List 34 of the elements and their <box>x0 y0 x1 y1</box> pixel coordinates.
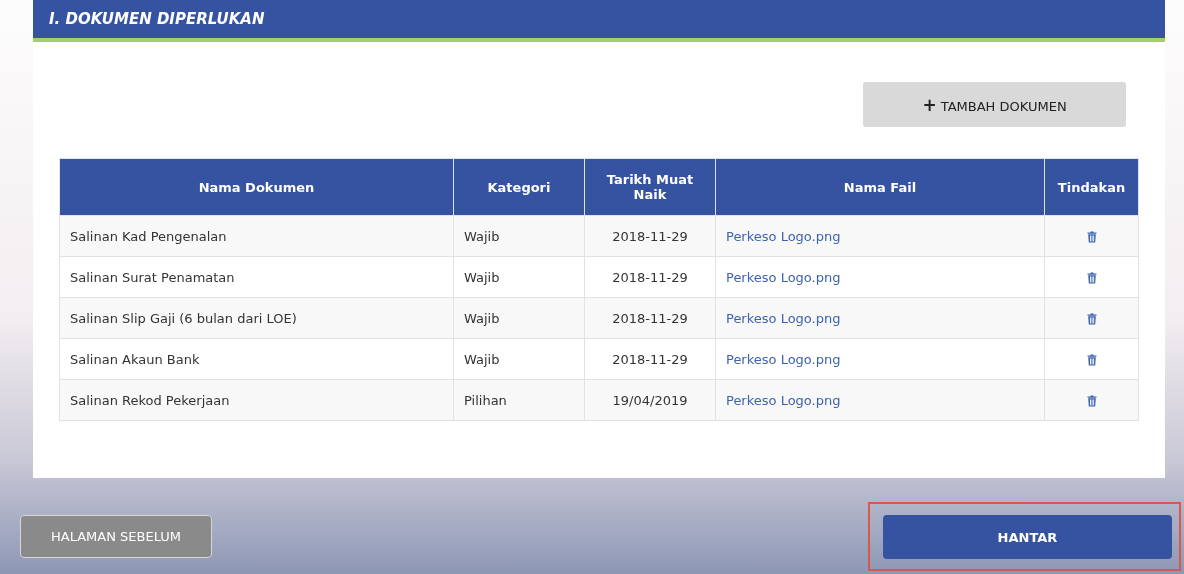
add-document-button[interactable]: + TAMBAH DOKUMEN <box>863 82 1126 127</box>
previous-page-button[interactable]: HALAMAN SEBELUM <box>20 515 212 558</box>
table-cell: 2018-11-29 <box>584 215 716 257</box>
column-header: Nama Fail <box>715 158 1045 216</box>
table-cell: Wajib <box>453 338 585 380</box>
delete-icon[interactable] <box>1086 231 1097 243</box>
delete-icon[interactable] <box>1086 354 1097 366</box>
column-header: Tindakan <box>1044 158 1139 216</box>
table-cell: 19/04/2019 <box>584 379 716 421</box>
delete-icon[interactable] <box>1086 313 1097 325</box>
submit-button[interactable]: HANTAR <box>883 515 1172 559</box>
file-link[interactable]: Perkeso Logo.png <box>726 228 841 244</box>
section-title: I. DOKUMEN DIPERLUKAN <box>49 10 265 28</box>
table-cell: Salinan Rekod Pekerjaan <box>59 379 454 421</box>
column-header: Tarikh Muat Naik <box>584 158 716 216</box>
table-cell: Wajib <box>453 215 585 257</box>
table-cell: 2018-11-29 <box>584 338 716 380</box>
delete-icon[interactable] <box>1086 395 1097 407</box>
table-cell: Salinan Akaun Bank <box>59 338 454 380</box>
delete-icon[interactable] <box>1086 272 1097 284</box>
table-cell: 2018-11-29 <box>584 297 716 339</box>
table-cell: Pilihan <box>453 379 585 421</box>
table-cell: Wajib <box>453 256 585 298</box>
table-cell: Salinan Kad Pengenalan <box>59 215 454 257</box>
table-cell: 2018-11-29 <box>584 256 716 298</box>
file-link[interactable]: Perkeso Logo.png <box>726 269 841 285</box>
column-header: Kategori <box>453 158 585 216</box>
file-link[interactable]: Perkeso Logo.png <box>726 351 841 367</box>
table-cell: Salinan Slip Gaji (6 bulan dari LOE) <box>59 297 454 339</box>
table-cell: Salinan Surat Penamatan <box>59 256 454 298</box>
file-link[interactable]: Perkeso Logo.png <box>726 392 841 408</box>
file-link[interactable]: Perkeso Logo.png <box>726 310 841 326</box>
table-cell: Wajib <box>453 297 585 339</box>
column-header: Nama Dokumen <box>59 158 454 216</box>
